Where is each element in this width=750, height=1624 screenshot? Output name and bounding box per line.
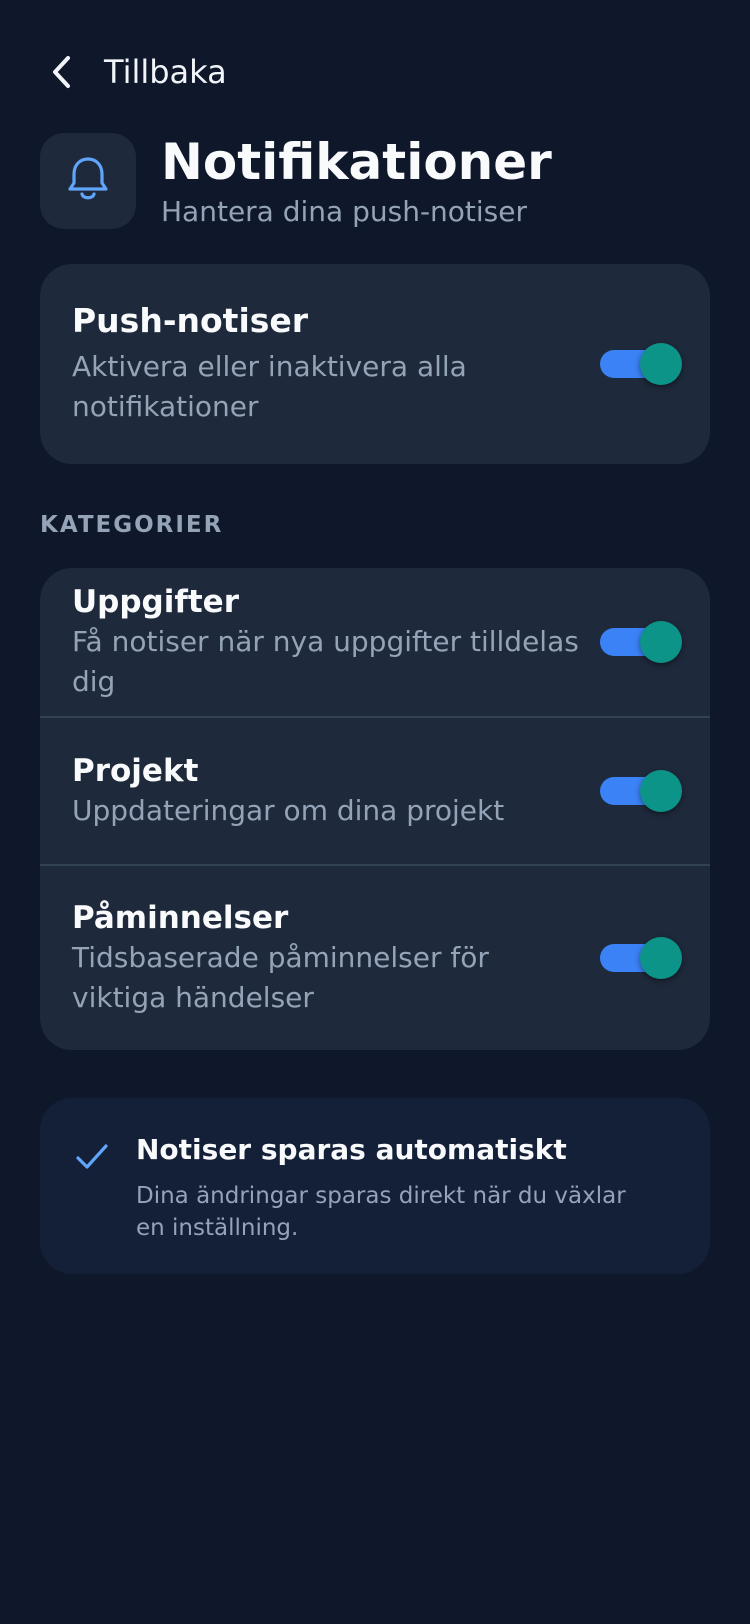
uppgifter-toggle[interactable] <box>600 621 682 663</box>
push-notifications-title: Push-notiser <box>72 301 309 340</box>
toggle-knob <box>640 937 682 979</box>
push-notifications-card: Push-notiser Aktivera eller inaktivera a… <box>40 264 710 464</box>
category-description: Uppdateringar om dina projekt <box>72 794 505 827</box>
push-notifications-toggle[interactable] <box>600 343 682 385</box>
category-title: Uppgifter <box>72 584 239 620</box>
autosave-title: Notiser sparas automatiskt <box>136 1133 567 1166</box>
autosave-description: Dina ändringar sparas direkt när du växl… <box>136 1183 626 1241</box>
toggle-knob <box>640 621 682 663</box>
paminnelser-toggle[interactable] <box>600 937 682 979</box>
category-description: Få notiser när nya uppgifter tilldelas d… <box>72 625 579 698</box>
category-description: Tidsbaserade påminnelser för viktiga hän… <box>72 941 489 1014</box>
push-notifications-description: Aktivera eller inaktivera alla notifikat… <box>72 350 467 423</box>
chevron-left-icon <box>50 50 94 94</box>
categories-card: Uppgifter Få notiser när nya uppgifter t… <box>40 568 710 1050</box>
toggle-knob <box>640 770 682 812</box>
bell-icon-tile <box>40 133 136 229</box>
page-title: Notifikationer <box>161 133 552 191</box>
check-icon <box>72 1136 112 1176</box>
category-row-projekt: Projekt Uppdateringar om dina projekt <box>40 716 710 864</box>
page-header: Notifikationer Hantera dina push-notiser <box>40 132 552 230</box>
push-notifications-row: Push-notiser Aktivera eller inaktivera a… <box>40 264 710 464</box>
categories-section-label: KATEGORIER <box>40 512 224 538</box>
autosave-info-card: Notiser sparas automatiskt Dina ändringa… <box>40 1098 710 1274</box>
category-row-uppgifter: Uppgifter Få notiser när nya uppgifter t… <box>40 568 710 716</box>
back-button[interactable]: Tillbaka <box>40 42 227 102</box>
back-label: Tillbaka <box>104 53 227 91</box>
page-subtitle: Hantera dina push-notiser <box>161 195 528 228</box>
projekt-toggle[interactable] <box>600 770 682 812</box>
toggle-knob <box>640 343 682 385</box>
category-title: Påminnelser <box>72 900 289 936</box>
category-row-paminnelser: Påminnelser Tidsbaserade påminnelser för… <box>40 864 710 1050</box>
category-title: Projekt <box>72 753 199 789</box>
bell-icon <box>66 155 110 207</box>
